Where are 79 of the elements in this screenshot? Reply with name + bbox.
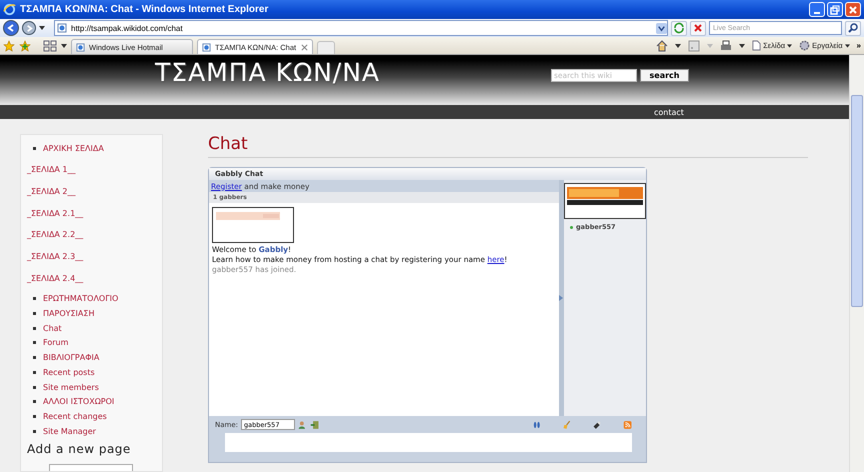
sidebar-link[interactable]: Site Manager <box>43 427 96 436</box>
sidebar-link[interactable]: ΠΑΡΟΥΣΙΑΣΗ <box>43 308 94 318</box>
sidebar-link[interactable]: ΕΡΩΤΗΜΑΤΟΛΟΓΙΟ <box>43 294 118 303</box>
page-icon <box>76 42 85 52</box>
sidebar-link[interactable]: Forum <box>43 338 68 348</box>
more-button[interactable]: » <box>856 41 861 50</box>
print-icon[interactable] <box>720 40 732 52</box>
browser-logo-icon <box>3 3 16 16</box>
bullet-icon <box>33 356 36 360</box>
address-field[interactable]: http://tsampak.wikidot.com/chat <box>54 20 668 36</box>
caret-icon <box>787 44 792 48</box>
bullet-icon <box>33 146 36 150</box>
window-title: ΤΣΑΜΠΑ ΚΩΝ/ΝΑ: Chat - Windows Internet Explorer <box>20 4 270 15</box>
scrollbar[interactable] <box>849 55 864 472</box>
eraser-icon[interactable] <box>592 420 602 430</box>
caret-icon <box>844 44 850 48</box>
page-icon <box>57 23 67 33</box>
input-field[interactable] <box>49 464 133 471</box>
restore-button[interactable] <box>827 2 843 17</box>
favorites-star-icon[interactable] <box>3 40 15 52</box>
page-title: Chat <box>208 134 808 158</box>
sidebar-link[interactable]: _ΣΕΛΙΔΑ 2.4__ <box>27 267 84 290</box>
sidebar-link[interactable]: _ΣΕΛΙΔΑ 2.3__ <box>27 246 84 268</box>
add-favorite-icon[interactable] <box>19 40 31 52</box>
footprints-icon[interactable] <box>532 420 542 430</box>
close-icon <box>848 4 858 14</box>
sidebar-link[interactable]: _ΣΕΛΙΔΑ 2__ <box>27 180 76 202</box>
sidebar-link[interactable]: Site members <box>43 382 99 392</box>
bullet-icon <box>33 386 36 389</box>
exit-icon[interactable] <box>310 420 320 430</box>
nav-link[interactable]: contact <box>654 108 684 116</box>
gear-icon <box>799 40 810 51</box>
stop-button[interactable] <box>690 20 706 36</box>
sidebar-link[interactable]: Recent changes <box>43 412 107 422</box>
bullet-icon <box>33 341 36 344</box>
forward-button[interactable] <box>22 21 36 35</box>
scroll-thumb[interactable] <box>851 95 863 307</box>
back-button[interactable] <box>3 20 19 36</box>
caret-icon[interactable] <box>675 44 682 48</box>
bullet-icon <box>33 296 36 300</box>
search-icon <box>847 22 859 34</box>
home-icon[interactable] <box>656 40 668 52</box>
refresh-icon <box>673 22 685 34</box>
page-icon <box>752 40 762 51</box>
bullet-icon <box>33 415 36 418</box>
site-title: ΤΣΑΜΠΑ ΚΩΝ/ΝΑ <box>155 58 380 87</box>
sidebar-link[interactable]: ΑΡΧΙΚΗ ΣΕΛΙΔΑ <box>43 144 104 153</box>
sidebar-link[interactable]: _ΣΕΛΙΔΑ 2.2__ <box>27 224 84 246</box>
close-button[interactable] <box>845 2 861 17</box>
page-icon <box>202 42 211 52</box>
broom-icon[interactable] <box>562 420 572 430</box>
quick-tabs-icon[interactable] <box>43 40 57 52</box>
online-dot-icon <box>570 226 573 228</box>
search-button[interactable]: search <box>640 69 689 82</box>
message-field[interactable] <box>225 433 632 452</box>
caret-icon[interactable] <box>61 44 67 48</box>
sidebar-link[interactable]: Recent posts <box>43 368 95 377</box>
bullet-icon <box>33 326 36 330</box>
sidebar-link[interactable]: ΒΙΒΛΙΟΓΡΑΦΙΑ <box>43 353 100 362</box>
bullet-icon <box>33 312 36 315</box>
sidebar-link[interactable]: ΑΛΛΟΙ ΙΣΤΟΧΩΡΟΙ <box>43 397 114 406</box>
caret-icon[interactable] <box>39 26 45 30</box>
bullet-icon <box>33 400 36 404</box>
minimize-icon <box>814 12 820 14</box>
bullet-icon <box>33 370 36 374</box>
search-button[interactable] <box>845 20 861 36</box>
close-icon <box>692 22 704 34</box>
section-heading: Add a new page <box>27 442 131 456</box>
collapse-arrow-icon[interactable] <box>559 295 564 301</box>
bullet-icon <box>33 430 36 434</box>
sidebar-link[interactable]: _ΣΕΛΙΔΑ 1__ <box>27 158 76 180</box>
restore-icon <box>830 4 840 14</box>
minimize-button[interactable] <box>809 2 825 17</box>
close-icon[interactable] <box>301 44 308 50</box>
sidebar-link[interactable]: _ΣΕΛΙΔΑ 2.1__ <box>27 202 84 224</box>
dropdown-icon[interactable] <box>656 22 667 34</box>
user-icon[interactable] <box>298 420 308 430</box>
sidebar-link[interactable]: Chat <box>43 324 62 332</box>
caret-icon[interactable] <box>739 44 746 48</box>
